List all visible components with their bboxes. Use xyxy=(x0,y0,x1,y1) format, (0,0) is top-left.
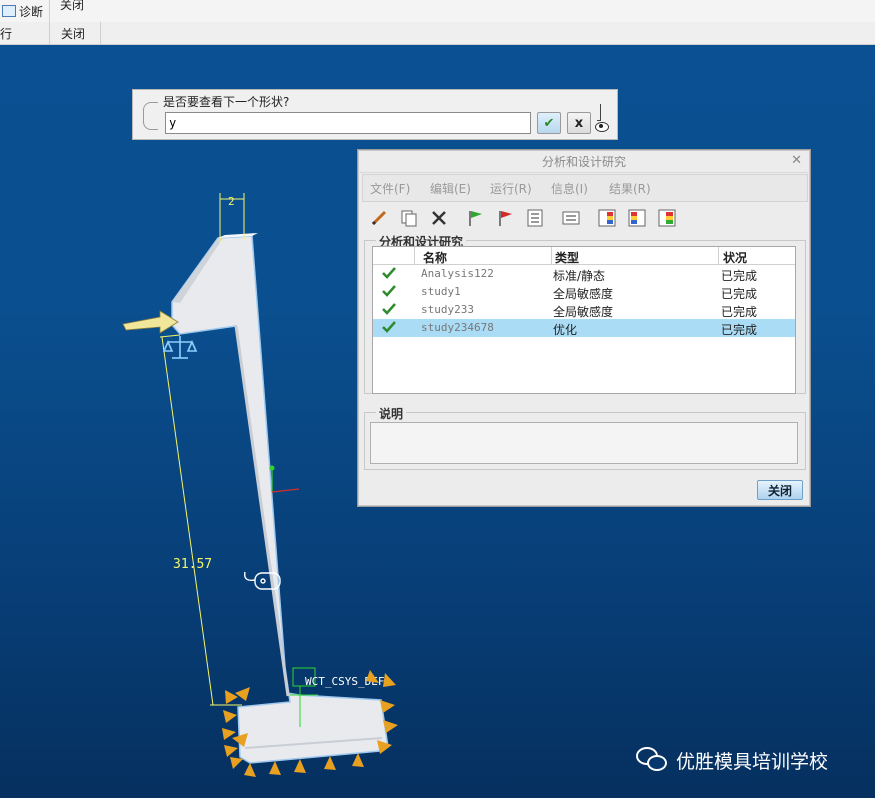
diagnose-button[interactable]: 诊断 xyxy=(0,0,43,22)
table-row[interactable]: study1 全局敏感度 已完成 xyxy=(373,283,795,301)
pencil-icon[interactable] xyxy=(368,207,390,229)
menu-edit[interactable]: 编辑(E) xyxy=(430,180,471,197)
report-icon[interactable] xyxy=(560,207,582,229)
table-row[interactable]: Analysis122 标准/静态 已完成 xyxy=(373,265,795,283)
prompt-side-icon xyxy=(143,102,158,130)
description-field[interactable] xyxy=(370,422,798,464)
check-icon xyxy=(382,267,396,279)
load-arrow xyxy=(122,310,179,334)
copy-icon[interactable] xyxy=(398,207,420,229)
accept-button[interactable]: ✔ xyxy=(537,112,561,134)
analysis-dialog: 分析和设计研究 ✕ 文件(F) 编辑(E) 运行(R) 信息(I) 结果(R) xyxy=(357,149,811,507)
balance-icon xyxy=(162,336,198,359)
list-header: 名称 类型 状况 xyxy=(373,247,795,265)
row-type: 优化 xyxy=(553,323,578,337)
prompt-question: 是否要查看下一个形状? xyxy=(163,95,290,109)
row-name: study234678 xyxy=(421,321,494,334)
separator xyxy=(49,0,50,22)
check-icon xyxy=(382,303,396,315)
menu-run[interactable]: 运行(R) xyxy=(490,180,532,197)
watermark-text: 优胜模具培训学校 xyxy=(676,750,829,773)
dimension-length xyxy=(159,334,242,706)
results-chart-icon[interactable] xyxy=(656,207,678,229)
green-flag-icon[interactable] xyxy=(464,207,486,229)
row-group-label: 行 xyxy=(0,26,13,41)
close-icon: x xyxy=(574,115,584,131)
csys-triad xyxy=(269,465,300,493)
list-icon[interactable] xyxy=(524,207,546,229)
view-eye-icon[interactable] xyxy=(595,104,609,132)
results-icon[interactable] xyxy=(596,207,618,229)
row-status: 已完成 xyxy=(721,323,758,337)
separator xyxy=(100,22,101,44)
row-type: 标准/静态 xyxy=(553,269,606,283)
wechat-icon xyxy=(636,747,670,773)
cancel-button[interactable]: x xyxy=(567,112,591,134)
menu-bar: 文件(F) 编辑(E) 运行(R) 信息(I) 结果(R) xyxy=(362,174,808,202)
dialog-close-icon[interactable]: ✕ xyxy=(791,153,802,168)
menu-file[interactable]: 文件(F) xyxy=(370,180,410,197)
column-status[interactable]: 状况 xyxy=(723,249,747,266)
red-flag-icon[interactable] xyxy=(494,207,516,229)
row-status: 已完成 xyxy=(721,287,758,301)
check-icon xyxy=(382,321,396,333)
studies-list[interactable]: 名称 类型 状况 Analysis122 标准/静态 已完成 study1 全局… xyxy=(372,246,796,394)
row-status: 已完成 xyxy=(721,269,758,283)
dialog-toolbar xyxy=(364,205,804,231)
row-name: study1 xyxy=(421,285,461,298)
diagnose-icon xyxy=(2,5,16,17)
table-row-selected[interactable]: study234678 优化 已完成 xyxy=(373,319,795,337)
close-top-button[interactable]: 关闭 xyxy=(60,0,84,15)
prompt-dialog: 是否要查看下一个形状? ✔ x xyxy=(132,89,618,140)
ribbon-row: 诊断 关闭 xyxy=(0,0,875,23)
separator xyxy=(49,22,50,44)
row-name: Analysis122 xyxy=(421,267,494,280)
dialog-title: 分析和设计研究 xyxy=(358,150,810,173)
column-name[interactable]: 名称 xyxy=(423,249,447,266)
row-status: 已完成 xyxy=(721,305,758,319)
menu-info[interactable]: 信息(I) xyxy=(551,180,588,197)
row-type: 全局敏感度 xyxy=(553,305,614,319)
check-icon xyxy=(382,285,396,297)
diagnose-label: 诊断 xyxy=(19,4,44,19)
close-group-label: 关闭 xyxy=(61,26,86,41)
ribbon-group-row: 行 关闭 xyxy=(0,22,875,45)
description-label: 说明 xyxy=(376,405,407,422)
table-row[interactable]: study233 全局敏感度 已完成 xyxy=(373,301,795,319)
close-top-label: 关闭 xyxy=(60,0,85,12)
dimension-top-value: 2 xyxy=(228,195,235,208)
prompt-input[interactable] xyxy=(165,112,531,134)
dimension-length-value: 31.57 xyxy=(173,557,212,572)
close-button[interactable]: 关闭 xyxy=(757,480,803,500)
results-compare-icon[interactable] xyxy=(626,207,648,229)
menu-results[interactable]: 结果(R) xyxy=(609,180,651,197)
row-name: study233 xyxy=(421,303,474,316)
watermark: 优胜模具培训学校 xyxy=(636,745,828,775)
row-type: 全局敏感度 xyxy=(553,287,614,301)
delete-icon[interactable] xyxy=(428,207,450,229)
checkmark-icon: ✔ xyxy=(543,115,555,131)
column-type[interactable]: 类型 xyxy=(555,249,579,266)
